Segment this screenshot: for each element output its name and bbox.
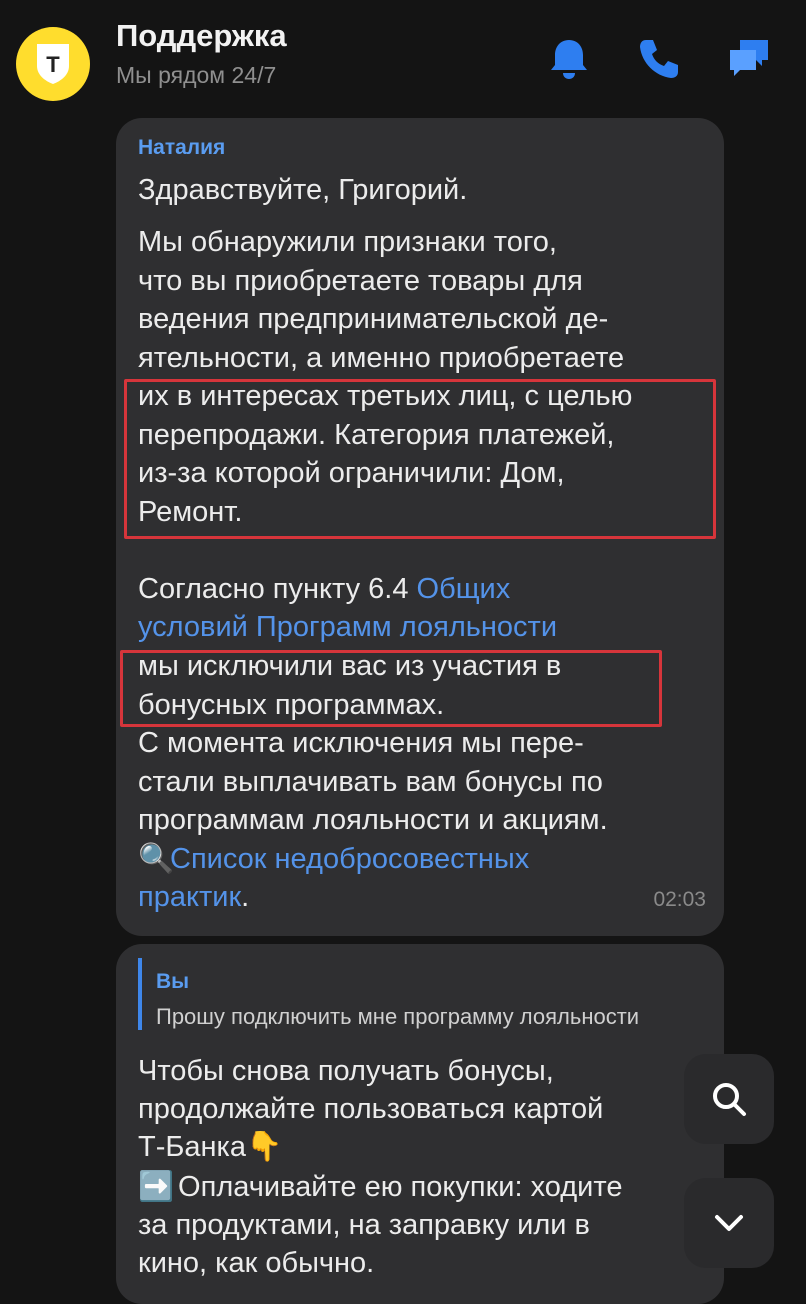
message-time: 02:03 bbox=[653, 888, 706, 911]
chat-subtitle: Мы рядом 24/7 bbox=[116, 62, 277, 88]
message2-line3: Т-Банка👇 bbox=[138, 1128, 283, 1167]
shield-logo-icon: Т bbox=[37, 44, 69, 84]
highlight-box-excluded bbox=[120, 650, 662, 727]
loyalty-terms-link[interactable]: Общих bbox=[417, 573, 511, 605]
message2-line5: за продуктами, на заправку или в bbox=[138, 1209, 590, 1241]
message-greeting: Здравствуйте, Григорий. bbox=[138, 174, 468, 206]
tbank-logo-avatar[interactable]: Т bbox=[16, 27, 90, 101]
message-paragraph-2-line1: Согласно пункту 6.4 Общих bbox=[138, 570, 510, 609]
pointing-down-icon: 👇 bbox=[246, 1131, 283, 1163]
bank-name-text: Т-Банка bbox=[138, 1131, 246, 1163]
search-button[interactable] bbox=[684, 1054, 774, 1144]
magnifier-icon: 🔍 bbox=[138, 843, 175, 875]
highlight-box-resale bbox=[124, 379, 716, 539]
message2-line6: кино, как обычно. bbox=[138, 1247, 375, 1279]
list-link-line2: практик. bbox=[138, 878, 249, 917]
paragraph-2-text: Согласно пункту 6.4 bbox=[138, 573, 417, 605]
chat-title: Поддержка bbox=[116, 18, 287, 53]
phone-icon[interactable] bbox=[636, 36, 682, 82]
logo-letter: Т bbox=[46, 52, 60, 77]
message2-line1: Чтобы снова получать бонусы, bbox=[138, 1055, 554, 1087]
loyalty-terms-link-cont[interactable]: условий Программ лояльности bbox=[138, 608, 557, 647]
bell-icon[interactable] bbox=[546, 36, 592, 82]
reply-sender: Вы bbox=[156, 970, 190, 993]
support-message-bubble-2: Вы Прошу подключить мне программу лояльн… bbox=[116, 944, 724, 1304]
scroll-down-button[interactable] bbox=[684, 1178, 774, 1268]
arrow-right-icon: ➡️ bbox=[138, 1171, 175, 1203]
chat-icon[interactable] bbox=[726, 36, 772, 82]
chevron-down-icon bbox=[715, 1215, 743, 1231]
unfair-practices-link[interactable]: Список недобросовестных bbox=[170, 843, 529, 875]
reply-text: Прошу подключить мне программу лояльност… bbox=[156, 1004, 640, 1029]
unfair-practices-link-cont[interactable]: практик bbox=[138, 881, 241, 913]
message2-line2: продолжайте пользоваться картой bbox=[138, 1093, 604, 1125]
search-icon bbox=[713, 1083, 746, 1116]
chat-header: Т Поддержка Мы рядом 24/7 bbox=[0, 0, 806, 108]
message2-line4: ➡️ Оплачивайте ею покупки: ходите bbox=[138, 1168, 622, 1207]
list-link-line: 🔍Список недобросовестных bbox=[138, 840, 529, 879]
message-sender: Наталия bbox=[138, 136, 226, 159]
pay-text: Оплачивайте ею покупки: ходите bbox=[170, 1171, 623, 1203]
quoted-reply[interactable]: Вы Прошу подключить мне программу лояльн… bbox=[138, 958, 708, 1030]
period: . bbox=[241, 881, 250, 913]
